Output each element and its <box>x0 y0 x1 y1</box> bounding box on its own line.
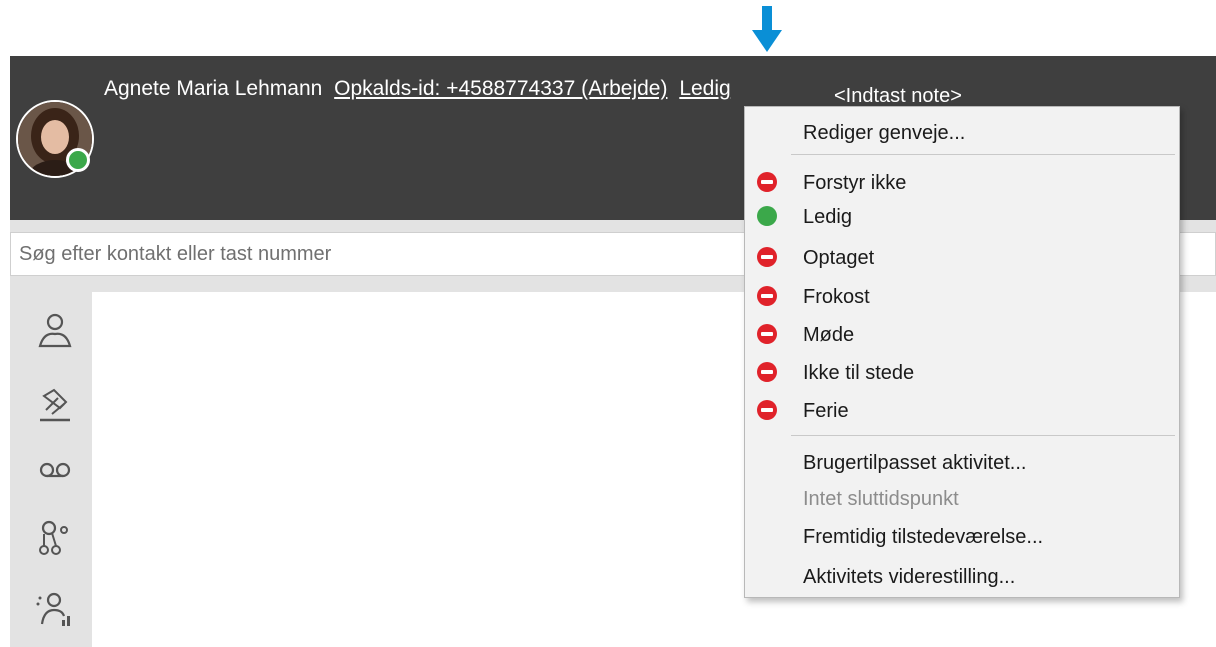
menu-item-label: Brugertilpasset aktivitet... <box>803 452 1027 474</box>
menu-item-status-meeting[interactable]: Møde <box>745 317 1179 351</box>
menu-item-label: Intet sluttidspunkt <box>803 488 959 510</box>
menu-item-label: Forstyr ikke <box>803 172 907 194</box>
sidebar <box>10 292 92 647</box>
menu-item-label: Aktivitets viderestilling... <box>803 566 1016 588</box>
call-handling-icon[interactable] <box>32 386 78 426</box>
do-not-disturb-icon <box>757 324 777 344</box>
do-not-disturb-icon <box>757 172 777 192</box>
status-link[interactable]: Ledig <box>679 77 730 100</box>
presence-status-dot <box>66 148 90 172</box>
menu-item-label: Møde <box>803 324 855 346</box>
menu-item-status-away[interactable]: Ikke til stede <box>745 355 1179 389</box>
menu-item-label: Ikke til stede <box>803 362 915 384</box>
do-not-disturb-icon <box>757 400 777 420</box>
call-id-link[interactable]: Opkalds-id: +4588774337 (Arbejde) <box>334 77 667 100</box>
menu-divider <box>791 435 1175 436</box>
presence-stats-icon[interactable] <box>32 590 78 630</box>
menu-item-activity-forwarding[interactable]: Aktivitets viderestilling... <box>745 559 1179 593</box>
menu-item-future-presence[interactable]: Fremtidig tilstedeværelse... <box>745 519 1179 553</box>
menu-item-label: Fremtidig tilstedeværelse... <box>803 526 1044 548</box>
menu-item-status-available[interactable]: Ledig <box>745 199 1179 233</box>
note-input[interactable]: <Indtast note> <box>834 84 962 108</box>
menu-item-edit-shortcuts[interactable]: Rediger genveje... <box>745 115 1179 149</box>
menu-item-status-vacation[interactable]: Ferie <box>745 393 1179 427</box>
queues-icon[interactable] <box>32 518 78 558</box>
do-not-disturb-icon <box>757 247 777 267</box>
do-not-disturb-icon <box>757 362 777 382</box>
status-menu: Rediger genveje... Forstyr ikke Ledig Op… <box>744 106 1180 598</box>
menu-item-no-end-time: Intet sluttidspunkt <box>745 481 1179 515</box>
pointer-arrow-icon <box>752 6 782 52</box>
do-not-disturb-icon <box>757 286 777 306</box>
header-info: Agnete Maria Lehmann Opkalds-id: +458877… <box>104 76 737 102</box>
voicemail-icon[interactable] <box>32 448 78 488</box>
menu-item-label: Rediger genveje... <box>803 122 966 144</box>
menu-item-status-busy[interactable]: Optaget <box>745 240 1179 274</box>
menu-item-label: Frokost <box>803 286 870 308</box>
menu-divider <box>791 154 1175 155</box>
menu-item-label: Optaget <box>803 247 875 269</box>
menu-item-label: Ledig <box>803 206 852 228</box>
menu-item-custom-activity[interactable]: Brugertilpasset aktivitet... <box>745 445 1179 479</box>
menu-item-status-do-not-disturb[interactable]: Forstyr ikke <box>745 165 1179 199</box>
user-name: Agnete Maria Lehmann <box>104 77 323 100</box>
menu-item-label: Ferie <box>803 400 849 422</box>
contacts-icon[interactable] <box>32 310 78 350</box>
available-icon <box>757 206 777 226</box>
menu-item-status-lunch[interactable]: Frokost <box>745 279 1179 313</box>
